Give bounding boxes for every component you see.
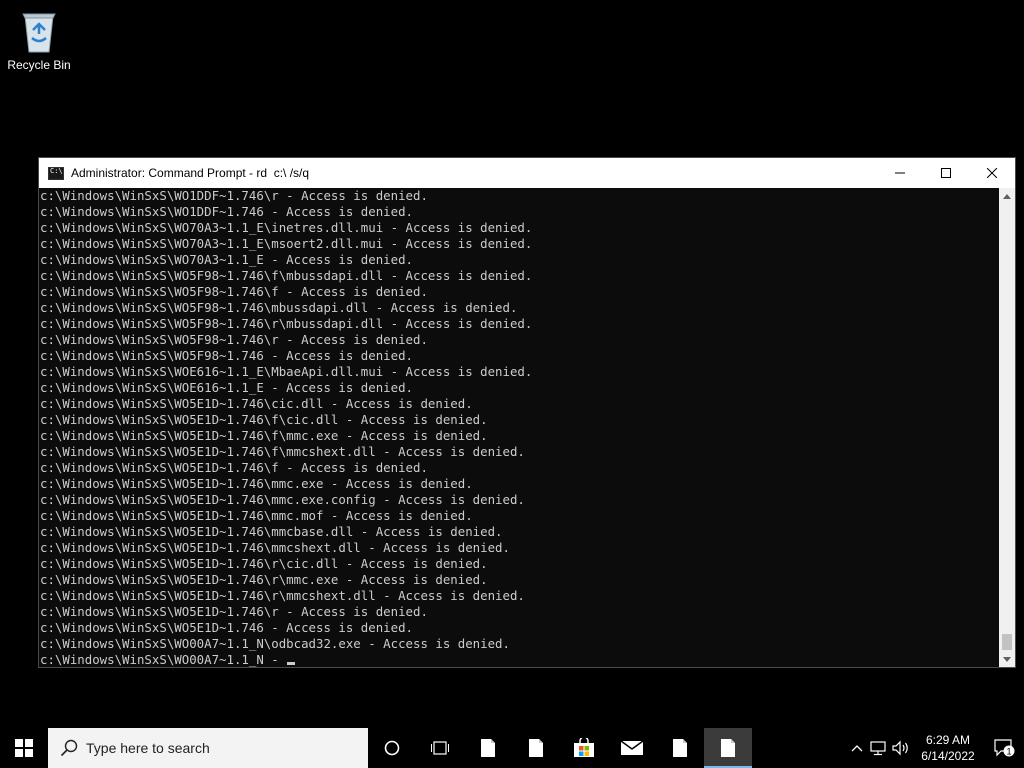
search-icon	[60, 739, 78, 757]
console-output[interactable]: c:\Windows\WinSxS\WO1DDF~1.746\r - Acces…	[39, 188, 999, 667]
document-icon	[673, 739, 687, 757]
minimize-button[interactable]	[877, 158, 923, 188]
taskbar-app-store[interactable]	[560, 728, 608, 768]
clock-time: 6:29 AM	[925, 733, 971, 747]
cortana-button[interactable]	[368, 728, 416, 768]
cortana-circle-icon	[384, 740, 400, 756]
console-line: c:\Windows\WinSxS\WO5E1D~1.746\mmcshext.…	[40, 540, 510, 555]
scroll-down-button[interactable]	[999, 651, 1015, 667]
system-tray: 6:29 AM 6/14/2022 1	[846, 728, 1024, 768]
close-icon	[987, 168, 997, 178]
maximize-icon	[941, 168, 951, 178]
mail-icon	[620, 740, 644, 755]
command-prompt-window[interactable]: Administrator: Command Prompt - rd c:\ /…	[38, 157, 1016, 668]
taskbar-clock[interactable]: 6:29 AM 6/14/2022	[912, 732, 984, 764]
console-line: c:\Windows\WinSxS\WO70A3~1.1_E - Access …	[40, 252, 413, 267]
console-line: c:\Windows\WinSxS\WO5E1D~1.746\r\cic.dll…	[40, 556, 488, 571]
scroll-down-arrow-icon	[1003, 656, 1011, 662]
console-line: c:\Windows\WinSxS\WO5F98~1.746\f\mbussda…	[40, 268, 533, 283]
console-line: c:\Windows\WinSxS\WO5E1D~1.746\mmc.exe -…	[40, 476, 473, 491]
console-line: c:\Windows\WinSxS\WO5F98~1.746\r\mbussda…	[40, 316, 533, 331]
taskbar-app-document-3[interactable]	[656, 728, 704, 768]
console-line: c:\Windows\WinSxS\WO5F98~1.746\r - Acces…	[40, 332, 428, 347]
close-button[interactable]	[969, 158, 1015, 188]
network-icon	[870, 741, 886, 756]
recycle-bin-shortcut[interactable]: Recycle Bin	[4, 6, 74, 72]
console-line: c:\Windows\WinSxS\WO5E1D~1.746\cic.dll -…	[40, 396, 473, 411]
window-title: Administrator: Command Prompt - rd c:\ /…	[71, 166, 310, 180]
vertical-scrollbar[interactable]	[999, 188, 1015, 667]
console-line: c:\Windows\WinSxS\WO1DDF~1.746\r - Acces…	[40, 188, 428, 203]
clock-date: 6/14/2022	[921, 749, 975, 763]
console-line: c:\Windows\WinSxS\WO5E1D~1.746\f\mmcshex…	[40, 444, 525, 459]
taskbar-app-mail[interactable]	[608, 728, 656, 768]
console-line: c:\Windows\WinSxS\WO5E1D~1.746\f - Acces…	[40, 460, 428, 475]
taskbar-app-document-2[interactable]	[512, 728, 560, 768]
notification-icon: 1	[994, 739, 1015, 757]
console-prompt-line[interactable]: c:\Windows\WinSxS\WO00A7~1.1_N -	[39, 652, 999, 667]
console-line: c:\Windows\WinSxS\WO5E1D~1.746\mmc.exe.c…	[40, 492, 525, 507]
action-center-button[interactable]: 1	[984, 728, 1024, 768]
recycle-bin-icon	[17, 6, 61, 54]
console-line: c:\Windows\WinSxS\WOE616~1.1_E - Access …	[40, 380, 413, 395]
volume-icon	[892, 740, 908, 756]
console-line: c:\Windows\WinSxS\WO5E1D~1.746\mmc.mof -…	[40, 508, 473, 523]
microsoft-store-icon	[574, 738, 594, 757]
console-prompt-text: c:\Windows\WinSxS\WO00A7~1.1_N -	[40, 652, 287, 667]
notification-count: 1	[1006, 747, 1011, 757]
document-icon	[721, 739, 735, 757]
console-line: c:\Windows\WinSxS\WO70A3~1.1_E\inetres.d…	[40, 220, 533, 235]
volume-button[interactable]	[890, 728, 912, 768]
scroll-up-arrow-icon	[1003, 193, 1011, 199]
search-placeholder: Type here to search	[86, 740, 210, 756]
console-line: c:\Windows\WinSxS\WO5E1D~1.746\r - Acces…	[40, 604, 428, 619]
console-line: c:\Windows\WinSxS\WO1DDF~1.746 - Access …	[40, 204, 413, 219]
console-line: c:\Windows\WinSxS\WOE616~1.1_E\MbaeApi.d…	[40, 364, 533, 379]
scroll-up-button[interactable]	[999, 188, 1015, 204]
console-line: c:\Windows\WinSxS\WO5F98~1.746\mbussdapi…	[40, 300, 518, 315]
document-icon	[481, 739, 495, 757]
task-view-button[interactable]	[416, 728, 464, 768]
console-line: c:\Windows\WinSxS\WO5F98~1.746 - Access …	[40, 348, 413, 363]
console-line: c:\Windows\WinSxS\WO5E1D~1.746\f\cic.dll…	[40, 412, 488, 427]
minimize-icon	[895, 172, 905, 174]
show-hidden-icons-button[interactable]	[846, 728, 868, 768]
recycle-bin-label: Recycle Bin	[7, 58, 71, 72]
windows-logo-icon	[15, 739, 33, 757]
task-view-icon	[431, 741, 449, 755]
console-line: c:\Windows\WinSxS\WO5E1D~1.746 - Access …	[40, 620, 413, 635]
chevron-up-icon	[851, 745, 863, 752]
console-line: c:\Windows\WinSxS\WO5E1D~1.746\r\mmcshex…	[40, 588, 525, 603]
console-line: c:\Windows\WinSxS\WO5E1D~1.746\mmcbase.d…	[40, 524, 503, 539]
scrollbar-thumb[interactable]	[1002, 634, 1012, 650]
network-button[interactable]	[868, 728, 890, 768]
command-prompt-icon	[48, 166, 64, 180]
console-line: c:\Windows\WinSxS\WO5E1D~1.746\r\mmc.exe…	[40, 572, 488, 587]
console-line: c:\Windows\WinSxS\WO5F98~1.746\f - Acces…	[40, 284, 428, 299]
console-line: c:\Windows\WinSxS\WO00A7~1.1_N\odbcad32.…	[40, 636, 510, 651]
title-bar[interactable]: Administrator: Command Prompt - rd c:\ /…	[39, 158, 1015, 188]
start-button[interactable]	[0, 728, 48, 768]
console-line: c:\Windows\WinSxS\WO5E1D~1.746\f\mmc.exe…	[40, 428, 488, 443]
taskbar-app-command-prompt-active[interactable]	[704, 728, 752, 768]
taskbar: Type here to search 6:29 AM 6/14/2022 1	[0, 728, 1024, 768]
text-cursor	[287, 662, 296, 665]
taskbar-search-box[interactable]: Type here to search	[48, 728, 368, 768]
taskbar-app-document-1[interactable]	[464, 728, 512, 768]
console-line: c:\Windows\WinSxS\WO70A3~1.1_E\msoert2.d…	[40, 236, 533, 251]
maximize-button[interactable]	[923, 158, 969, 188]
document-icon	[529, 739, 543, 757]
